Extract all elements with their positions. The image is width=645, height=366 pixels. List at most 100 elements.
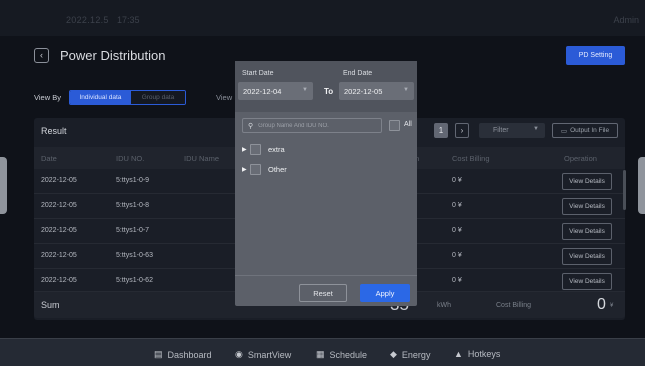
row-idu: 5:ttys1-0-62 [116, 277, 153, 284]
right-drawer-handle[interactable] [638, 157, 645, 214]
row-date: 2022-12-05 [41, 252, 77, 259]
nav-smartview[interactable]: ◉ SmartView [235, 349, 291, 360]
view-label: View [216, 93, 233, 102]
search-input[interactable] [258, 122, 374, 129]
column-idu-name: IDU Name [184, 154, 220, 163]
row-idu: 5:ttys1-0-8 [116, 202, 150, 209]
sum-label: Sum [41, 300, 60, 310]
checkbox[interactable] [250, 163, 261, 175]
all-label: All [404, 121, 412, 128]
end-date-select[interactable]: 2022-12-05 ▼ [339, 82, 414, 100]
view-details-button[interactable]: View Details [562, 273, 612, 290]
sum-cost-value: 0 [597, 296, 606, 313]
row-cost: 0 ¥ [452, 227, 462, 234]
date-range-section: Start Date End Date 2022-12-04 ▼ To 2022… [235, 61, 417, 112]
row-idu: 5:ttys1-0-9 [116, 177, 150, 184]
tree-item-other[interactable]: ▶ Other [242, 163, 287, 175]
date-display: 2022.12.5 [66, 15, 109, 25]
column-cost-billing: Cost Billing [452, 154, 490, 163]
dashboard-icon: ▤ [154, 349, 163, 359]
hotkeys-icon: ▲ [454, 349, 463, 359]
table-scrollbar[interactable] [623, 170, 626, 210]
chevron-down-icon: ▼ [302, 87, 308, 93]
user-label[interactable]: Admin [613, 15, 639, 25]
row-date: 2022-12-05 [41, 277, 77, 284]
row-cost: 0 ¥ [452, 252, 462, 259]
top-bar: 2022.12.5 17:35 Admin [0, 0, 645, 36]
nav-dashboard[interactable]: ▤ Dashboard [154, 349, 212, 360]
tree-item-label: extra [268, 144, 285, 154]
all-checkbox[interactable] [389, 120, 400, 131]
filter-modal: Start Date End Date 2022-12-04 ▼ To 2022… [235, 61, 417, 306]
row-cost: 0 ¥ [452, 277, 462, 284]
time-display: 17:35 [117, 15, 140, 25]
pd-setting-button[interactable]: PD Setting [566, 46, 625, 65]
nav-label: Schedule [329, 349, 368, 360]
chevron-left-icon: ‹ [40, 50, 43, 60]
nav-label: Dashboard [167, 349, 212, 360]
row-cost: 0 ¥ [452, 177, 462, 184]
chevron-down-icon: ▼ [533, 126, 539, 132]
energy-icon: ◆ [390, 349, 397, 359]
column-idu-no: IDU NO. [116, 154, 145, 163]
back-button[interactable]: ‹ [34, 47, 49, 63]
row-date: 2022-12-05 [41, 202, 77, 209]
to-label: To [324, 87, 334, 96]
chevron-down-icon: ▼ [403, 87, 409, 93]
schedule-icon: ▦ [316, 349, 325, 359]
output-file-button[interactable]: ▭ Output In File [552, 123, 618, 138]
row-cost: 0 ¥ [452, 202, 462, 209]
end-date-value: 2022-12-05 [344, 86, 383, 96]
nav-energy[interactable]: ◆ Energy [390, 349, 430, 360]
group-search[interactable]: ⚲ [242, 118, 382, 133]
row-date: 2022-12-05 [41, 177, 77, 184]
view-by-toggle: Individual data Group data [68, 89, 186, 105]
next-page-button[interactable]: › [455, 123, 469, 138]
smartview-icon: ◉ [235, 349, 243, 359]
nav-label: Hotkeys [467, 349, 501, 359]
group-data-option[interactable]: Group data [130, 90, 185, 104]
row-date: 2022-12-05 [41, 227, 77, 234]
apply-button[interactable]: Apply [360, 284, 410, 302]
caret-right-icon[interactable]: ▶ [242, 166, 250, 173]
view-details-button[interactable]: View Details [562, 223, 612, 240]
tree-item-extra[interactable]: ▶ extra [242, 143, 285, 155]
end-date-label: End Date [343, 70, 373, 77]
divider [235, 275, 417, 276]
result-title: Result [41, 126, 67, 136]
view-details-button[interactable]: View Details [562, 173, 612, 190]
filter-select[interactable]: Filter ▼ [479, 123, 545, 138]
left-drawer-handle[interactable] [0, 157, 7, 214]
tree-item-label: Other [268, 164, 287, 174]
view-details-button[interactable]: View Details [562, 248, 612, 265]
title-bar: ‹ Power Distribution [34, 45, 166, 65]
view-details-button[interactable]: View Details [562, 198, 612, 215]
filter-label: Filter [493, 127, 509, 134]
start-date-select[interactable]: 2022-12-04 ▼ [238, 82, 313, 100]
reset-button[interactable]: Reset [299, 284, 347, 302]
bottom-nav: ▤ Dashboard ◉ SmartView ▦ Schedule ◆ Ene… [0, 338, 645, 366]
start-date-label: Start Date [242, 70, 274, 77]
sum-cost-label: Cost Billing [496, 302, 532, 309]
column-date: Date [41, 154, 57, 163]
output-file-label: Output In File [570, 127, 610, 134]
search-icon: ⚲ [248, 122, 254, 130]
caret-right-icon[interactable]: ▶ [242, 146, 250, 153]
row-idu: 5:ttys1-0-7 [116, 227, 150, 234]
page-title: Power Distribution [60, 47, 166, 63]
nav-hotkeys[interactable]: ▲ Hotkeys [454, 349, 500, 359]
view-by-group: View By Individual data Group data [34, 89, 186, 105]
sum-energy-unit: kWh [437, 302, 451, 309]
nav-schedule[interactable]: ▦ Schedule [316, 349, 367, 360]
nav-label: SmartView [247, 349, 292, 360]
nav-label: Energy [401, 349, 431, 360]
export-icon: ▭ [560, 127, 568, 135]
start-date-value: 2022-12-04 [243, 86, 282, 96]
chevron-right-icon: › [460, 126, 464, 135]
individual-data-option[interactable]: Individual data [69, 90, 131, 104]
view-by-label: View By [34, 92, 61, 102]
checkbox[interactable] [250, 143, 261, 155]
page-number[interactable]: 1 [434, 123, 448, 138]
column-operation: Operation [564, 154, 597, 163]
sum-cost-unit: ¥ [610, 303, 614, 309]
